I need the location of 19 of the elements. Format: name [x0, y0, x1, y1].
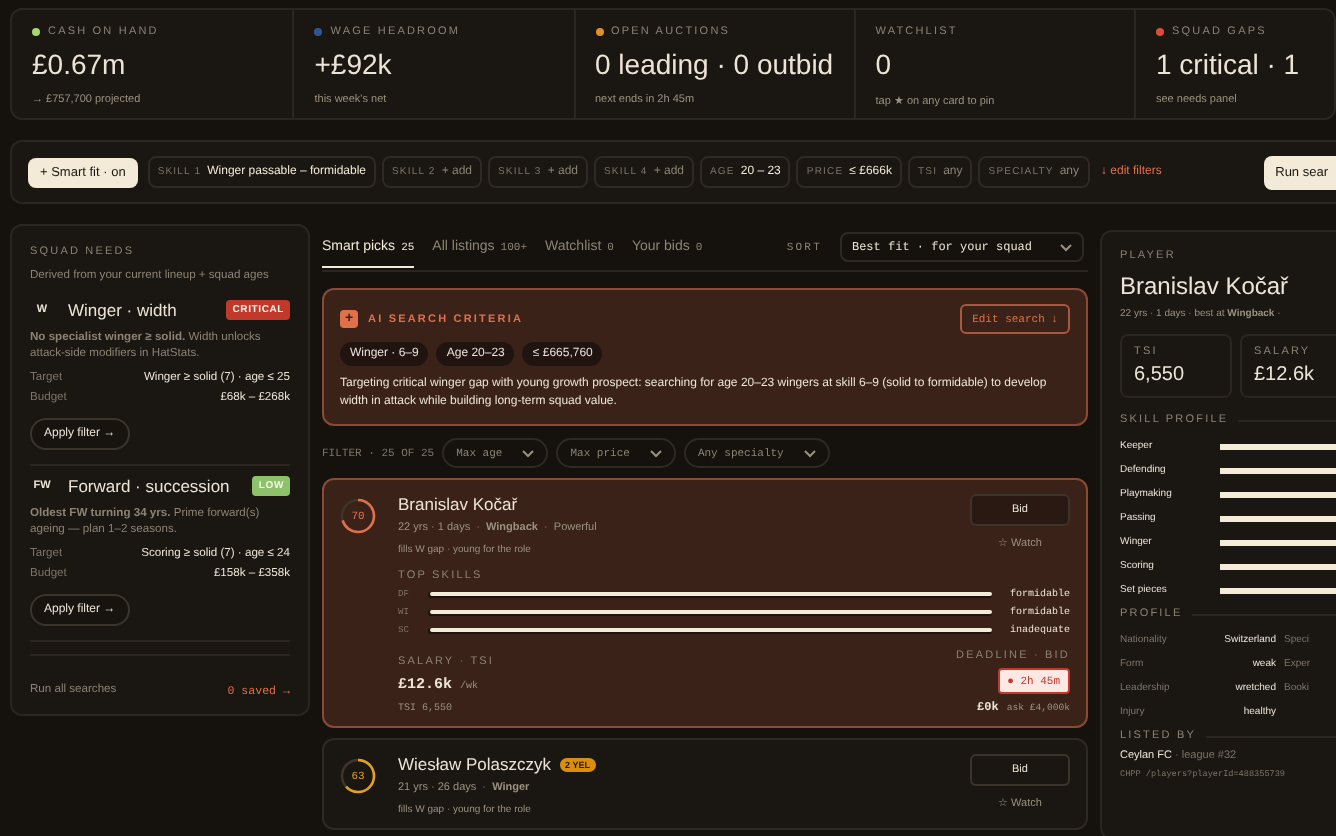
score-ring — [340, 498, 376, 535]
stat-value: 6,550 — [1134, 364, 1187, 386]
chevron-down-icon — [1060, 243, 1072, 251]
need-title: Winger · width — [68, 300, 179, 320]
stat-value: £0.67m — [32, 48, 126, 80]
chevron-down-icon — [803, 449, 816, 458]
chevron-down-icon — [522, 449, 535, 458]
stat-value: 0 — [875, 48, 892, 80]
stat-value: 1 critical · 1 — [1156, 48, 1300, 80]
stat-value: +£92k — [314, 48, 392, 80]
player-name: Branislav Kočař — [1120, 272, 1291, 300]
player-card[interactable] — [322, 478, 1088, 729]
stat-value: 0 leading · 0 outbid — [595, 48, 834, 80]
player-name: Branislav Kočař — [398, 494, 518, 515]
need-title: Forward · succession — [68, 476, 232, 497]
score-ring — [340, 758, 376, 795]
player-name: Wiesław Polaszczyk — [398, 754, 552, 775]
stat-value: £12.6k — [1254, 364, 1317, 386]
chevron-down-icon — [649, 449, 662, 458]
